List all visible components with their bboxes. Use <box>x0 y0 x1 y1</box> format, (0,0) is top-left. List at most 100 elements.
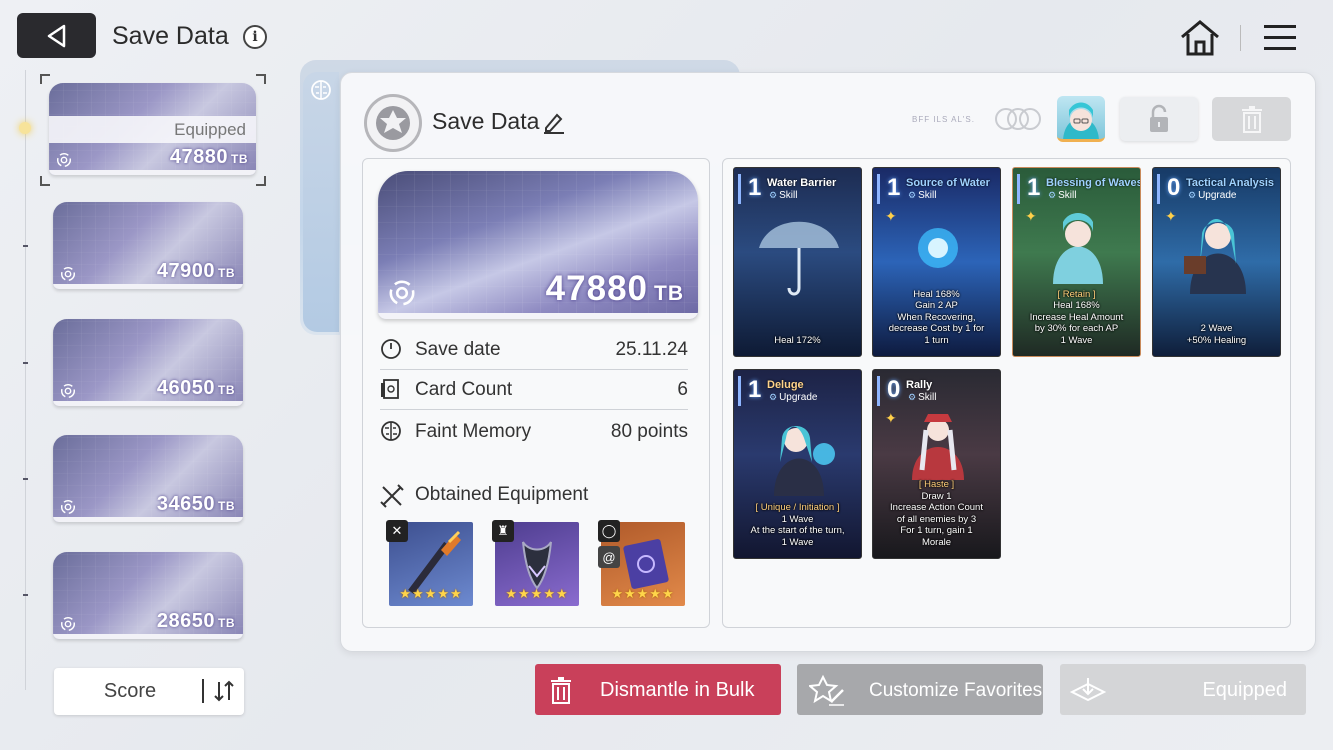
card-description: [ Unique / Initiation ] 1 Wave At the star… <box>750 502 845 548</box>
home-button[interactable] <box>1178 18 1222 58</box>
save-preview-card: 47880 TB <box>378 171 698 319</box>
card-description: Heal 168% Gain 2 AP When Recovering, decrea… <box>888 288 985 346</box>
cost-bar <box>877 174 880 204</box>
edit-pencil-icon[interactable] <box>542 110 566 134</box>
info-icon[interactable]: i <box>243 25 267 49</box>
card-name: Tactical Analysis <box>1186 177 1275 189</box>
cost-bar <box>877 376 880 406</box>
stat-value: 25.11.24 <box>615 339 688 360</box>
card-description: [ Retain ] Heal 168% Increase Heal Amount b… <box>1029 288 1124 346</box>
button-label: Dismantle in Bulk <box>600 679 755 701</box>
stat-save-date: Save date 25.11.24 <box>380 330 688 370</box>
equip-button[interactable]: Equipped <box>1060 664 1306 715</box>
swirl-icon <box>60 616 76 632</box>
cost-bar <box>738 174 741 204</box>
page-title: Save Data <box>112 22 229 50</box>
crossed-swords-icon <box>380 484 404 508</box>
brain-icon <box>311 80 331 100</box>
equipment-stars: ★★★★★ <box>399 586 463 601</box>
save-slot-3[interactable]: 46050 TB <box>53 319 243 406</box>
cost-bar <box>738 376 741 406</box>
preview-score: 47880 TB <box>545 269 684 308</box>
selection-corner <box>256 176 266 186</box>
save-slot-2[interactable]: 47900 TB <box>53 202 243 289</box>
orb-art-icon <box>918 228 958 268</box>
card-name: Blessing of Waves <box>1046 177 1141 189</box>
umbrella-art-icon <box>759 221 839 296</box>
save-score: 46050 TB <box>156 377 235 399</box>
customize-favorites-button[interactable]: Customize Favorites <box>797 664 1043 715</box>
sort-order-icon[interactable] <box>212 678 236 704</box>
character-avatar[interactable] <box>1057 96 1105 142</box>
back-arrow-icon <box>47 24 65 47</box>
star-edit-icon <box>809 674 844 706</box>
button-label: Equipped <box>1202 679 1287 701</box>
timeline-tick <box>23 362 28 364</box>
stat-value: 80 points <box>610 421 688 442</box>
accessory-type-icon: ◯ <box>598 520 620 542</box>
skill-card-4[interactable]: 0 Tactical Analysis Upgrade ✦ 2 Wave+50%… <box>1152 167 1281 357</box>
card-description: Heal 172% <box>774 334 821 346</box>
swirl-icon <box>60 266 76 282</box>
skill-card-5[interactable]: 1 Deluge Upgrade [ Unique / Initiation ]… <box>733 369 862 559</box>
stat-divider <box>380 409 688 410</box>
brain-icon <box>381 421 401 441</box>
timeline-rail <box>25 70 26 690</box>
timeline-tick <box>23 478 28 480</box>
tiny-label: BFF ILS AL'S. <box>912 115 975 124</box>
card-name: Deluge <box>767 379 804 391</box>
stat-label: Faint Memory <box>415 421 532 442</box>
button-label: Customize Favorites <box>869 680 1043 701</box>
skill-card-6[interactable]: 0 Rally Skill ✦ [ Haste ]Draw 1Increase … <box>872 369 1001 559</box>
character-art-icon <box>774 426 835 496</box>
save-score: 34650 TB <box>156 493 235 515</box>
swirl-icon <box>60 499 76 515</box>
card-name: Rally <box>906 379 933 391</box>
armor-type-icon: ♜ <box>492 520 514 542</box>
card-bottom-edge <box>53 517 243 522</box>
card-cost: 1 <box>748 376 762 403</box>
save-slot-5[interactable]: 28650 TB <box>53 552 243 639</box>
card-description: 2 Wave +50% Healing <box>1186 323 1247 346</box>
menu-button[interactable] <box>1262 22 1298 54</box>
cost-bar <box>1157 174 1160 204</box>
card-bottom-edge <box>378 313 698 319</box>
character-art-icon <box>1184 219 1246 294</box>
delete-button[interactable] <box>1212 97 1291 141</box>
card-cost: 0 <box>1167 174 1181 201</box>
card-name: Source of Water <box>906 177 990 189</box>
sort-selector[interactable]: Score <box>54 668 244 715</box>
swirl-icon <box>389 280 415 306</box>
cards-icon <box>381 379 399 399</box>
clock-icon <box>381 339 401 359</box>
equipped-label: Equipped <box>49 116 256 143</box>
sort-separator <box>202 679 204 703</box>
equipment-stars: ★★★★★ <box>505 586 569 601</box>
character-art-icon <box>1053 213 1103 284</box>
pip-icon: ✦ <box>885 208 897 224</box>
weapon-type-icon: ✕ <box>386 520 408 542</box>
skill-card-2[interactable]: 1 Source of Water Skill ✦ Heal 168%Gain … <box>872 167 1001 357</box>
card-bottom-edge <box>53 284 243 289</box>
lock-button[interactable] <box>1120 97 1198 141</box>
timeline-tick <box>23 594 28 596</box>
card-cost: 1 <box>748 174 762 201</box>
card-type: Skill <box>1048 190 1076 201</box>
trash-icon <box>551 677 571 704</box>
swirl-icon <box>56 152 72 168</box>
save-slot-1[interactable]: Equipped 47880 TB <box>49 83 256 175</box>
card-cost: 1 <box>1027 174 1041 201</box>
card-type: Skill <box>769 190 797 201</box>
timeline-current-dot <box>19 122 31 134</box>
swirl-badge-icon: @ <box>598 546 620 568</box>
back-button[interactable] <box>17 13 96 58</box>
stat-label: Save date <box>415 339 501 360</box>
save-slot-4[interactable]: 34650 TB <box>53 435 243 522</box>
skill-card-3[interactable]: 1 Blessing of Waves Skill ✦ [ Retain ]He… <box>1012 167 1141 357</box>
save-score: 28650 TB <box>156 610 235 632</box>
skill-card-1[interactable]: 1 Water Barrier Skill Heal 172% <box>733 167 862 357</box>
dismantle-in-bulk-button[interactable]: Dismantle in Bulk <box>535 664 781 715</box>
selection-corner <box>40 176 50 186</box>
equipment-stars: ★★★★★ <box>611 586 675 601</box>
home-icon <box>1181 20 1219 56</box>
